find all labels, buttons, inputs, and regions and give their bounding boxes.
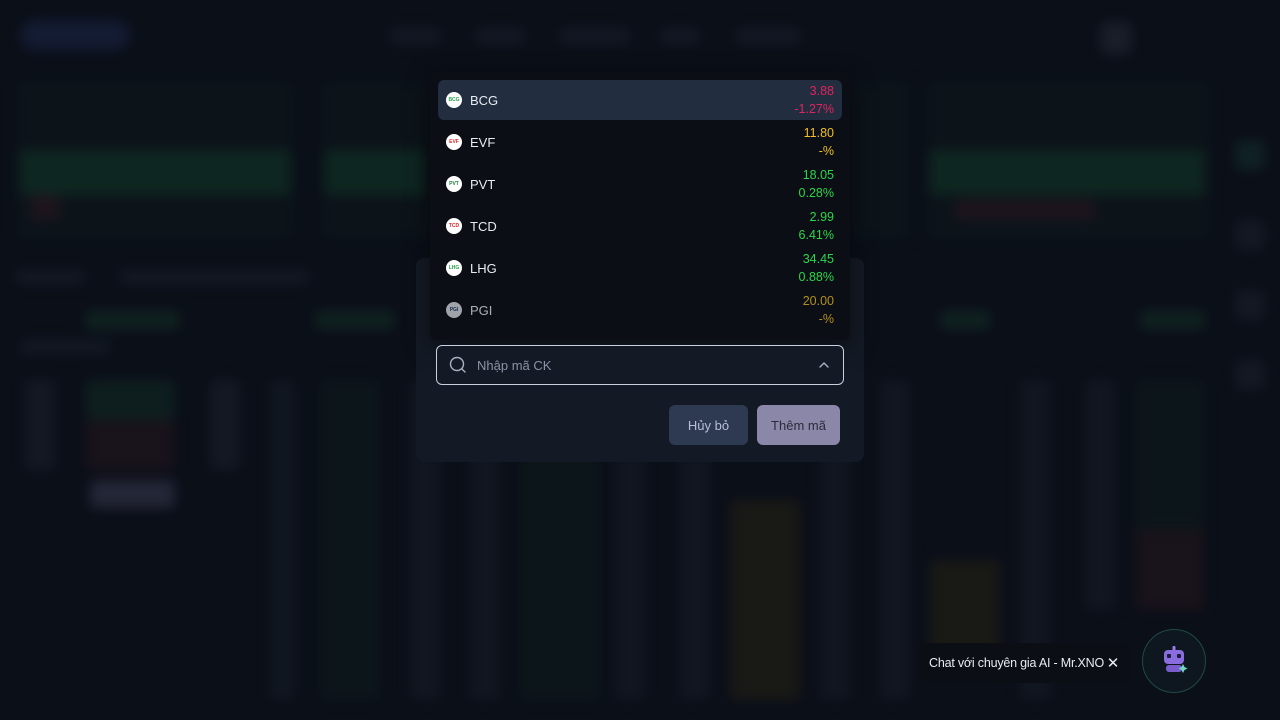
stock-values: 18.05 0.28% [799,166,834,202]
stock-option-lhg[interactable]: LHG LHG 34.45 0.88% [438,248,842,288]
stock-price: 18.05 [802,168,834,182]
stock-change: 0.28% [798,186,834,200]
stock-symbol: TCD [470,218,497,234]
stock-values: 34.45 0.88% [799,250,834,286]
stock-logo-icon: TCD [446,218,462,234]
stock-change: 6.41% [798,228,834,242]
stock-logo-icon: BCG [446,92,462,108]
stock-price: 20.00 [802,294,834,308]
robot-icon [1159,644,1189,679]
stock-symbol: PVT [470,176,496,192]
symbol-search-field[interactable] [436,345,844,385]
stock-symbol: BCG [470,92,499,108]
stock-logo-icon: PVT [446,176,462,192]
close-icon[interactable]: ✕ [1106,654,1120,672]
chevron-up-icon[interactable] [817,358,831,372]
ai-chat-button[interactable] [1142,629,1206,693]
cancel-button[interactable]: Hủy bỏ [669,405,748,445]
stock-change: -% [818,144,834,158]
stock-change: -1.27% [794,102,834,116]
ai-chat-prompt[interactable]: Chat với chuyên gia AI - Mr.XNO ✕ [918,643,1132,683]
stock-price: 3.88 [809,84,834,98]
stock-logo-icon: LHG [446,260,462,276]
stock-option-bcg[interactable]: BCG BCG 3.88 -1.27% [438,80,842,120]
ai-chat-label: Chat với chuyên gia AI - Mr.XNO [929,656,1104,670]
stock-option-tcd[interactable]: TCD TCD 2.99 6.41% [438,206,842,246]
stock-values: 3.88 -1.27% [794,82,834,118]
stock-values: 2.99 6.41% [799,208,834,244]
search-icon [449,356,467,374]
stock-option-pvt[interactable]: PVT PVT 18.05 0.28% [438,164,842,204]
stock-price: 34.45 [802,252,834,266]
stock-logo-icon: EVF [446,134,462,150]
stock-symbol: LHG [470,260,497,276]
stock-symbol: EVF [470,134,496,150]
stock-option-pgi[interactable]: PGI PGI 20.00 -% [438,290,842,330]
stock-option-evf[interactable]: EVF EVF 11.80 -% [438,122,842,162]
stock-logo-icon: PGI [446,302,462,318]
stock-price: 11.80 [803,126,834,140]
stock-change: 0.88% [798,270,834,284]
add-symbol-button[interactable]: Thêm mã [757,405,840,445]
stock-values: 20.00 -% [803,292,834,328]
stock-symbol: PGI [470,302,493,318]
stock-price: 2.99 [809,210,834,224]
stock-change: -% [818,312,834,326]
stock-values: 11.80 -% [804,124,834,160]
symbol-search-input[interactable] [477,357,817,373]
symbol-dropdown-list: BCG BCG 3.88 -1.27% EVF EVF 11.80 -% PVT PVT 18.05… [430,72,850,340]
